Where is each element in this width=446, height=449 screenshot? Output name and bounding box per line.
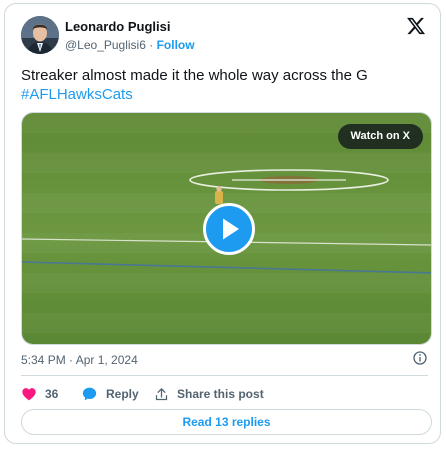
share-upload-icon xyxy=(155,387,168,400)
author-handle-row: @Leo_Puglisi6 · Follow xyxy=(65,38,195,52)
author-handle[interactable]: @Leo_Puglisi6 xyxy=(65,38,146,52)
reply-bubble-icon xyxy=(82,387,97,401)
handle-separator: · xyxy=(149,38,154,52)
video-player[interactable]: Watch on X xyxy=(21,112,432,345)
reply-label: Reply xyxy=(106,387,139,401)
play-icon xyxy=(223,218,239,240)
read-replies-button[interactable]: Read 13 replies xyxy=(21,409,432,435)
tweet-body: Streaker almost made it the whole way ac… xyxy=(21,67,368,84)
tweet-card: Leonardo Puglisi @Leo_Puglisi6 · Follow … xyxy=(4,3,441,444)
share-button[interactable]: Share this post xyxy=(154,384,264,404)
like-count: 36 xyxy=(45,387,59,401)
divider xyxy=(21,375,428,376)
avatar[interactable] xyxy=(21,16,59,54)
reply-button[interactable]: Reply xyxy=(81,384,139,404)
watch-on-x-button[interactable]: Watch on X xyxy=(337,124,423,149)
info-icon[interactable] xyxy=(412,350,428,366)
share-label: Share this post xyxy=(177,387,264,401)
avatar-photo xyxy=(21,16,59,54)
heart-icon xyxy=(22,388,36,401)
like-button[interactable]: 36 xyxy=(21,384,58,404)
x-logo-icon[interactable] xyxy=(406,16,426,36)
tweet-text: Streaker almost made it the whole way ac… xyxy=(21,66,431,104)
hashtag-link[interactable]: #AFLHawksCats xyxy=(21,85,431,104)
author-name[interactable]: Leonardo Puglisi xyxy=(65,19,170,34)
play-button[interactable] xyxy=(203,203,255,255)
post-timestamp[interactable]: 5:34 PM · Apr 1, 2024 xyxy=(21,353,138,367)
follow-button[interactable]: Follow xyxy=(157,38,195,52)
